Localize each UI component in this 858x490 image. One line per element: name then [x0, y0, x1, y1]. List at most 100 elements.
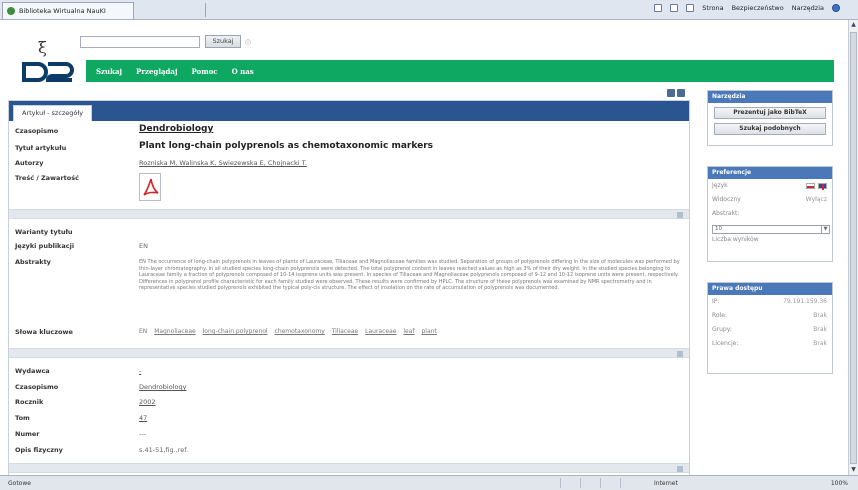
panel-minimize-icon[interactable]: [667, 89, 675, 97]
keyword-link[interactable]: Lauraceae: [365, 328, 396, 335]
flag-pl-icon[interactable]: [806, 182, 815, 189]
scroll-down-icon[interactable]: ▼: [850, 466, 857, 474]
access-box: Prawa dostępu IP: 79.191.159.36 Role: Br…: [707, 282, 833, 374]
keyword-link[interactable]: long-chain polyprenol: [203, 328, 268, 335]
tab-title: Biblioteka Wirtualna NauKI: [19, 7, 106, 15]
safety-menu[interactable]: Bezpieczeństwo: [732, 4, 784, 12]
tools-title: Narzędzia: [708, 91, 832, 103]
access-licenses-value: Brak: [813, 340, 827, 347]
tom-value[interactable]: 47: [139, 414, 147, 422]
keyword-link[interactable]: Tiliaceae: [332, 328, 359, 335]
search-info-icon[interactable]: ⓘ: [245, 38, 251, 47]
feeds-icon[interactable]: [670, 4, 679, 12]
preferences-title: Preferencje: [708, 167, 832, 179]
results-count-value: 10: [715, 226, 722, 232]
access-groups-label: Grupy:: [712, 326, 732, 333]
keyword-link[interactable]: Magnoliaceae: [154, 328, 196, 335]
article-panel: Artykuł - szczegóły Czasopismo Dendrobio…: [8, 89, 690, 475]
tytul-label: Tytuł artykułu: [15, 144, 67, 152]
page-menu[interactable]: Strona: [702, 4, 723, 12]
pdf-icon[interactable]: [139, 173, 161, 201]
rocznik-label: Rocznik: [15, 398, 44, 406]
search-input[interactable]: [80, 36, 200, 48]
internet-zone: Internet: [654, 480, 678, 487]
abstract-text: EN The occurrence of long-chain polypren…: [139, 259, 680, 291]
access-role-value: Brak: [813, 312, 827, 319]
section-divider: [9, 209, 689, 219]
nav-pomoc[interactable]: Pomoc: [191, 67, 217, 76]
zoom-level[interactable]: 100%: [831, 480, 848, 487]
scroll-up-icon[interactable]: ▲: [850, 21, 857, 29]
wydawca-value[interactable]: -: [139, 367, 141, 375]
slowa-label: Słowa kluczowe: [15, 328, 73, 336]
autorzy-value[interactable]: Rozniska M, Walinska K, Swiezewska E, Ch…: [139, 159, 307, 167]
chevron-down-icon[interactable]: ▼: [821, 226, 829, 233]
access-ip-row: IP: 79.191.159.36: [708, 295, 832, 309]
pref-language-row: Język: [708, 179, 832, 193]
nav-szukaj[interactable]: Szukaj: [96, 67, 122, 76]
access-title: Prawa dostępu: [708, 283, 832, 295]
tytul-value: Plant long-chain polyprenols as chemotax…: [139, 141, 433, 151]
access-licenses-row: Licencje: Brak: [708, 337, 832, 351]
keywords: EN Magnoliaceae long-chain polyprenol ch…: [139, 328, 442, 335]
access-groups-value: Brak: [813, 326, 827, 333]
czasopismo-value[interactable]: Dendrobiology: [139, 124, 213, 134]
status-text: Gotowe: [8, 480, 31, 487]
keyword-link[interactable]: leaf: [403, 328, 414, 335]
czasopismo2-value[interactable]: Dendrobiology: [139, 383, 186, 391]
preferences-box: Preferencje Język Widoczny Wyłącz Abstra…: [707, 166, 833, 262]
nav-przegladaj[interactable]: Przeglądaj: [136, 67, 177, 76]
search-similar-button[interactable]: Szukaj podobnych: [714, 123, 826, 135]
status-cells: [560, 478, 638, 488]
home-icon[interactable]: [654, 4, 663, 12]
section-divider: [9, 348, 689, 358]
tab-article-details[interactable]: Artykuł - szczegóły: [13, 105, 93, 121]
pref-abstract-label: Abstrakt:: [712, 210, 740, 217]
status-bar: Gotowe Internet 100%: [0, 475, 858, 490]
wydawca-label: Wydawca: [15, 367, 50, 375]
opis-value: s.41-51,fig.,ref.: [139, 446, 189, 454]
section-divider: [9, 463, 689, 473]
pref-view-label: Widoczny: [712, 196, 741, 203]
web-page: ξ Szukaj ⓘ Szukaj Przeglądaj Pomoc O nas…: [0, 20, 848, 475]
results-count-label: Liczba wyników: [712, 236, 759, 243]
tresc-label: Treść / Zawartość: [15, 174, 79, 182]
vertical-scrollbar[interactable]: ▲ ▼: [848, 20, 858, 475]
tools-box: Narzędzia Prezentuj jako BibTeX Szukaj p…: [707, 90, 833, 146]
scroll-thumb[interactable]: [850, 32, 857, 464]
jezyki-label: Języki publikacji: [15, 242, 75, 250]
search-button[interactable]: Szukaj: [205, 35, 241, 48]
nav-o-nas[interactable]: O nas: [232, 67, 254, 76]
czasopismo-link[interactable]: Dendrobiology: [139, 124, 213, 134]
numer-label: Numer: [15, 430, 40, 438]
keyword-link[interactable]: chemotaxonomy: [275, 328, 325, 335]
pref-view-value[interactable]: Wyłącz: [806, 196, 827, 203]
access-licenses-label: Licencje:: [712, 340, 739, 347]
browser-tab[interactable]: Biblioteka Wirtualna NauKI: [2, 2, 134, 19]
help-icon[interactable]: [832, 4, 840, 12]
keyword-link[interactable]: plant: [421, 328, 436, 335]
d2-logo-icon[interactable]: [20, 56, 80, 86]
favicon-icon: [7, 7, 15, 15]
keywords-lang: EN: [139, 328, 148, 335]
access-role-label: Role:: [712, 312, 727, 319]
browser-tabbar: Biblioteka Wirtualna NauKI Strona Bezpie…: [0, 0, 858, 20]
access-ip-label: IP:: [712, 298, 720, 305]
results-count-select[interactable]: 10 ▼: [712, 225, 830, 234]
flag-uk-icon[interactable]: [818, 182, 827, 190]
rocznik-value[interactable]: 2002: [139, 398, 156, 406]
access-groups-row: Grupy: Brak: [708, 323, 832, 337]
abstrakty-label: Abstrakty: [15, 258, 51, 266]
print-icon[interactable]: [686, 4, 695, 12]
main-nav: Szukaj Przeglądaj Pomoc O nas: [86, 60, 834, 82]
czasopismo-label: Czasopismo: [15, 127, 59, 135]
tom-label: Tom: [15, 414, 30, 422]
panel-close-icon[interactable]: [677, 89, 685, 97]
tools-menu[interactable]: Narzędzia: [792, 4, 824, 12]
numer-value: ---: [139, 430, 147, 438]
bibtex-button[interactable]: Prezentuj jako BibTeX: [714, 107, 826, 119]
logo-e-icon: ξ: [38, 38, 47, 57]
tab-separator: [205, 3, 206, 17]
pref-abstract-row: Abstrakt:: [708, 207, 832, 221]
access-role-row: Role: Brak: [708, 309, 832, 323]
